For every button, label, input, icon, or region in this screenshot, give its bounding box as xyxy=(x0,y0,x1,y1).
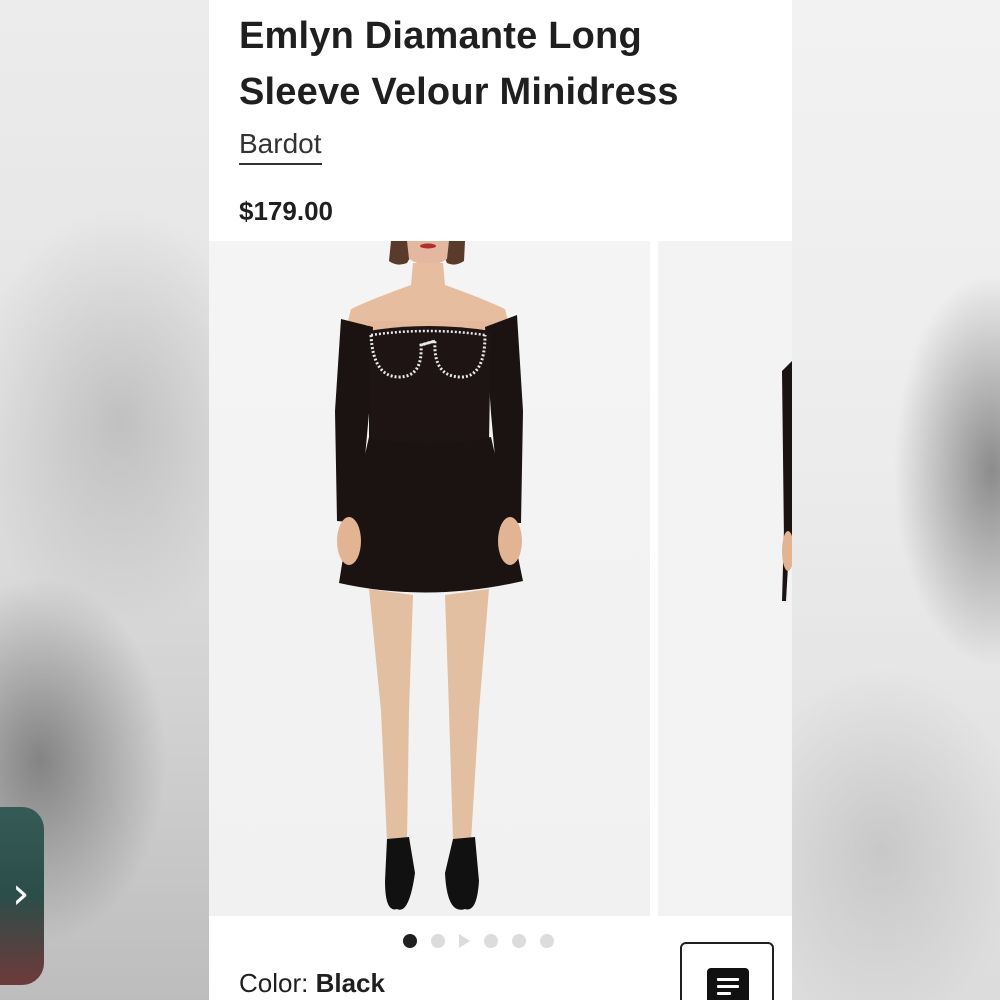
color-label: Color: xyxy=(239,968,316,998)
brand-link[interactable]: Bardot xyxy=(239,126,322,165)
carousel-dot-1[interactable] xyxy=(403,934,417,948)
color-selection: Color: Black xyxy=(239,966,385,1000)
carousel-dot-6[interactable] xyxy=(540,934,554,948)
next-arrow-button[interactable]: › xyxy=(0,807,44,985)
product-image[interactable] xyxy=(209,241,650,916)
product-price: $179.00 xyxy=(239,196,333,226)
blurred-background-right xyxy=(792,0,1000,1000)
carousel-dot-4[interactable] xyxy=(484,934,498,948)
model-partial-image xyxy=(782,361,792,601)
product-title: Emlyn Diamante Long Sleeve Velour Minidr… xyxy=(239,15,679,113)
image-carousel[interactable] xyxy=(209,241,792,916)
next-product-image[interactable] xyxy=(658,241,792,916)
carousel-dot-2[interactable] xyxy=(431,934,445,948)
carousel-pagination[interactable] xyxy=(403,933,554,949)
model-in-dress-image xyxy=(335,241,523,910)
document-icon xyxy=(707,968,749,1000)
video-play-icon[interactable] xyxy=(459,934,470,948)
chevron-right-icon: › xyxy=(12,868,30,919)
color-value: Black xyxy=(315,968,385,998)
carousel-dot-5[interactable] xyxy=(512,934,526,948)
size-guide-button[interactable] xyxy=(680,942,774,1000)
product-page: Emlyn Diamante Long Sleeve Velour Minidr… xyxy=(209,0,792,1000)
